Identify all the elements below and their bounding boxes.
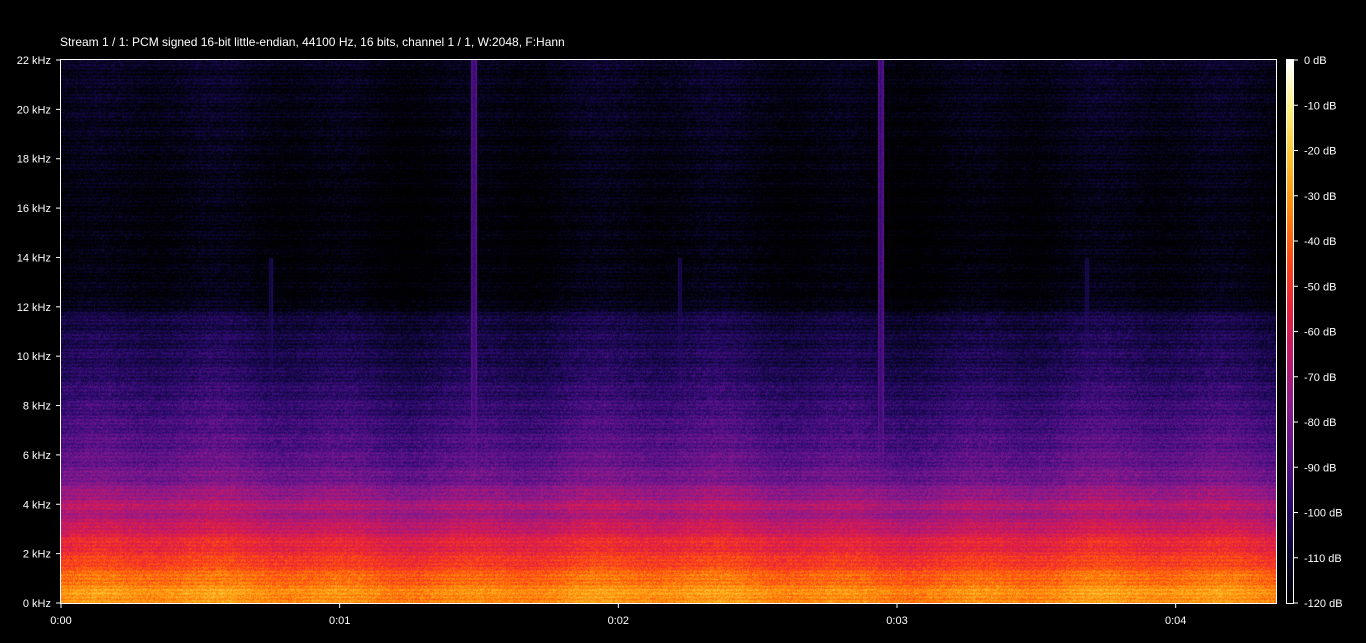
- colorbar-tick-label: -110 dB: [1304, 553, 1342, 565]
- y-axis: 0 kHz 2 kHz 4 kHz 6 kHz 8 kHz 10 kHz 12 kHz 14 …: [17, 55, 61, 610]
- y-tick-label: 8 kHz: [23, 401, 51, 413]
- x-tick-label: 0:03: [886, 615, 907, 627]
- colorbar-tick-label: -10 dB: [1304, 100, 1336, 112]
- x-tick-label: 0:02: [608, 615, 629, 627]
- y-tick-label: 22 kHz: [17, 55, 51, 67]
- y-tick-label: 12 kHz: [17, 302, 51, 314]
- colorbar-tick-label: -70 dB: [1304, 372, 1336, 384]
- x-tick-label: 0:00: [50, 615, 71, 627]
- colorbar-tick-label: -60 dB: [1304, 327, 1336, 339]
- colorbar-tick-label: -90 dB: [1304, 462, 1336, 474]
- colorbar-tick-label: 0 dB: [1304, 55, 1327, 67]
- colorbar: 0 dB -10 dB -20 dB -30 dB -40 dB -50 dB -60 dB…: [1286, 55, 1343, 610]
- y-tick-label: 14 kHz: [17, 252, 51, 264]
- colorbar-tick-label: -40 dB: [1304, 236, 1336, 248]
- colorbar-tick-label: -50 dB: [1304, 281, 1336, 293]
- y-tick-label: 10 kHz: [17, 351, 51, 363]
- x-tick-label: 0:04: [1165, 615, 1186, 627]
- colorbar-tick-label: -80 dB: [1304, 417, 1336, 429]
- x-axis: 0:00 0:01 0:02 0:03 0:04: [50, 603, 1186, 627]
- y-tick-label: 16 kHz: [17, 203, 51, 215]
- spectrogram-image: [61, 60, 1276, 603]
- y-tick-label: 6 kHz: [23, 450, 51, 462]
- y-tick-label: 20 kHz: [17, 104, 51, 116]
- colorbar-gradient: [1287, 60, 1293, 603]
- colorbar-tick-label: -100 dB: [1304, 508, 1343, 520]
- y-tick-label: 0 kHz: [23, 598, 51, 610]
- colorbar-tick-label: -20 dB: [1304, 146, 1336, 158]
- y-tick-label: 18 kHz: [17, 154, 51, 166]
- colorbar-tick-label: -30 dB: [1304, 191, 1336, 203]
- colorbar-tick-label: -120 dB: [1304, 598, 1343, 610]
- spectrogram-chart: 0 kHz 2 kHz 4 kHz 6 kHz 8 kHz 10 kHz 12 kHz 14 …: [17, 55, 1343, 627]
- y-tick-label: 4 kHz: [23, 499, 51, 511]
- x-tick-label: 0:01: [329, 615, 350, 627]
- y-tick-label: 2 kHz: [23, 549, 51, 561]
